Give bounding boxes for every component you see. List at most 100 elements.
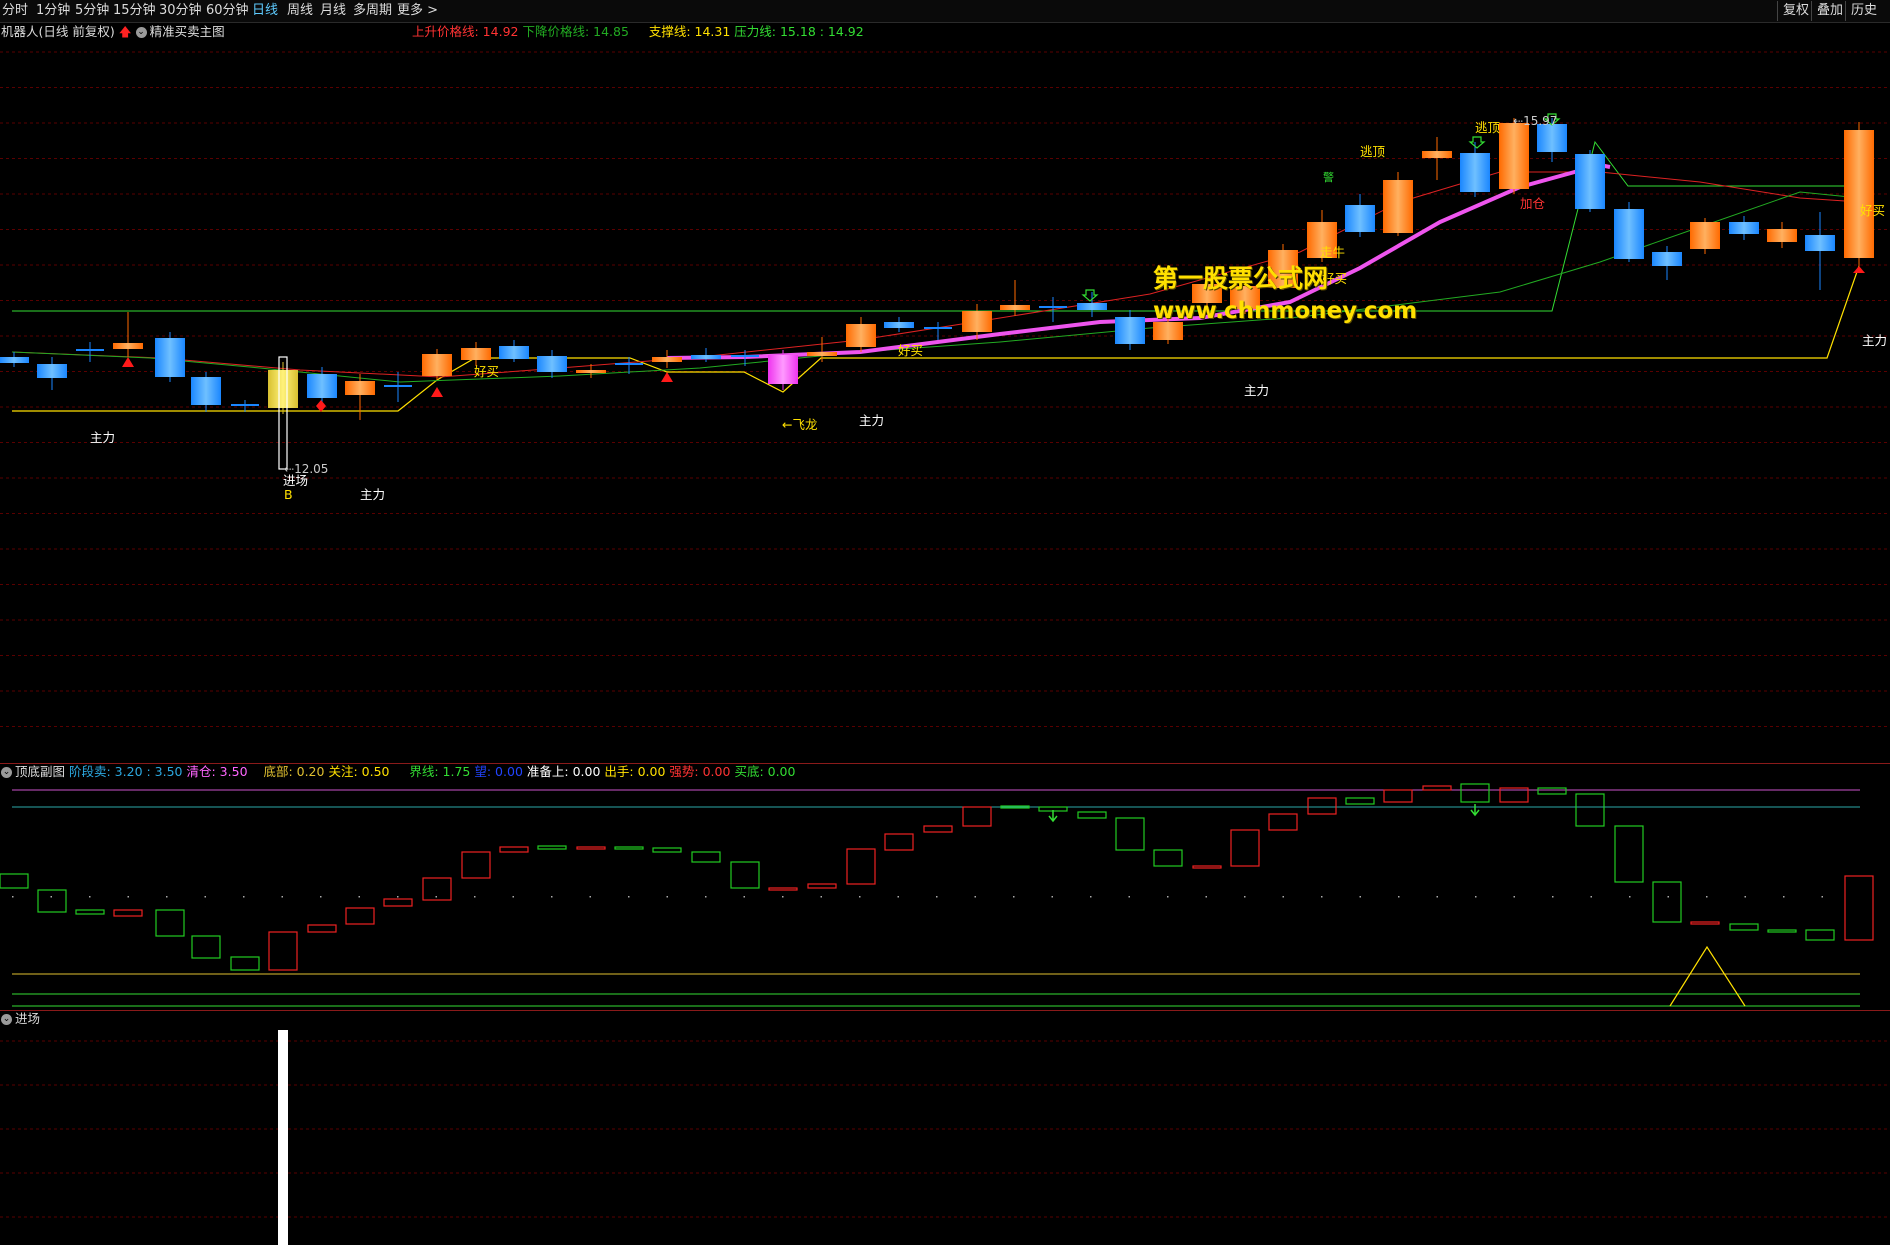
candle-body <box>1115 317 1145 344</box>
candle-body <box>1729 222 1759 234</box>
history-button[interactable]: 历史 <box>1845 1 1877 21</box>
candle-body <box>1345 205 1375 232</box>
haomai-label-2: 好买 <box>898 343 924 358</box>
sub-box <box>846 848 876 885</box>
candle-body <box>0 357 29 363</box>
entry-signal-bar <box>278 1030 288 1245</box>
red-diamond-icon <box>316 400 326 412</box>
sub-box <box>345 907 375 925</box>
dot-marker <box>705 896 707 898</box>
candle-body <box>37 364 67 378</box>
dot-marker <box>1590 896 1592 898</box>
period-tab-5[interactable]: 60分钟 <box>206 3 249 19</box>
fuquan-button[interactable]: 复权 <box>1777 1 1809 21</box>
candle-body <box>846 324 876 347</box>
sub-box <box>576 846 606 850</box>
candle-body <box>537 356 567 372</box>
dot-marker <box>1513 896 1515 898</box>
period-tab-2[interactable]: 5分钟 <box>75 3 109 19</box>
period-tab-3[interactable]: 15分钟 <box>113 3 156 19</box>
dot-marker <box>1783 896 1785 898</box>
dot-marker <box>820 896 822 898</box>
main-candlestick-chart[interactable] <box>0 22 1890 762</box>
sub-box <box>1230 829 1260 867</box>
dot-marker <box>127 896 129 898</box>
dot-marker <box>1128 896 1130 898</box>
zhuli-label-3: 主力 <box>859 413 885 428</box>
sub-box <box>537 845 567 850</box>
period-tab-8[interactable]: 月线 <box>320 3 346 19</box>
dot-marker <box>1706 896 1708 898</box>
sub-box <box>1077 811 1107 819</box>
sub-box <box>1537 787 1567 795</box>
sub-box <box>1767 929 1797 933</box>
green-down-arrow-icon <box>1468 136 1486 149</box>
dot-marker <box>1667 896 1669 898</box>
dot-marker <box>397 896 399 898</box>
dot-marker <box>551 896 553 898</box>
candle-body <box>1499 123 1529 189</box>
sub-box <box>1115 817 1145 851</box>
dot-marker <box>243 896 245 898</box>
entry-signal-chart[interactable] <box>0 1011 1890 1245</box>
dot-marker <box>936 896 938 898</box>
period-tab-4[interactable]: 30分钟 <box>159 3 202 19</box>
candle-body <box>1690 222 1720 249</box>
period-tab-6[interactable]: 日线 <box>252 3 278 19</box>
red-triangle-icon <box>122 357 134 367</box>
dot-marker <box>1821 896 1823 898</box>
sub-box <box>1192 865 1222 869</box>
candle-body <box>155 338 185 377</box>
sub-boxes <box>0 783 1874 971</box>
top-bottom-sub-chart[interactable] <box>0 764 1890 1009</box>
overlay-button[interactable]: 叠加 <box>1811 1 1843 21</box>
dot-marker <box>50 896 52 898</box>
period-tab-7[interactable]: 周线 <box>287 3 313 19</box>
dot-marker <box>1321 896 1323 898</box>
candle-body <box>1000 305 1030 310</box>
dot-marker <box>1436 896 1438 898</box>
candle-body <box>807 352 837 356</box>
sub-lines <box>12 789 1860 1007</box>
sub-box <box>1422 785 1452 791</box>
period-tab-10[interactable]: 更多 > <box>397 3 438 19</box>
candle-body <box>962 311 992 332</box>
dot-marker <box>320 896 322 898</box>
sub-box <box>1729 923 1759 931</box>
dot-marker <box>89 896 91 898</box>
dot-marker <box>166 896 168 898</box>
sub-box <box>1652 881 1682 923</box>
candle-body <box>691 355 721 359</box>
down-price-line <box>11 191 1861 383</box>
period-tab-1[interactable]: 1分钟 <box>36 3 70 19</box>
buy-b-label: B <box>284 487 293 502</box>
zhuli-label-1: 主力 <box>90 430 116 445</box>
sub-box <box>1844 875 1874 941</box>
candle-body <box>191 377 221 405</box>
dot-marker <box>1051 896 1053 898</box>
sub-box <box>1690 921 1720 925</box>
sub-box <box>461 851 491 879</box>
sub-box <box>614 846 644 850</box>
high-price-value: 15.97 <box>1523 114 1558 128</box>
period-tab-9[interactable]: 多周期 <box>353 3 392 19</box>
sub-box <box>383 898 413 907</box>
red-triangle-icon <box>661 372 673 382</box>
dot-marker <box>974 896 976 898</box>
candle-body <box>1077 303 1107 310</box>
dot-marker <box>859 896 861 898</box>
candle-body <box>652 357 682 362</box>
period-tab-0[interactable]: 分时 <box>2 3 28 19</box>
dot-marker <box>1244 896 1246 898</box>
green-down-arrow-icon <box>1048 810 1058 823</box>
sub-box <box>1268 813 1298 831</box>
dot-marker <box>589 896 591 898</box>
sub-box <box>691 851 721 863</box>
dot-marker <box>281 896 283 898</box>
dot-marker <box>1090 896 1092 898</box>
sub-box <box>730 861 760 889</box>
taoding-label-1: 逃顶 <box>1360 144 1386 159</box>
low-price-marker: ⇠12.05 <box>284 462 329 476</box>
sub-box <box>923 825 953 833</box>
dot-marker <box>12 896 14 898</box>
